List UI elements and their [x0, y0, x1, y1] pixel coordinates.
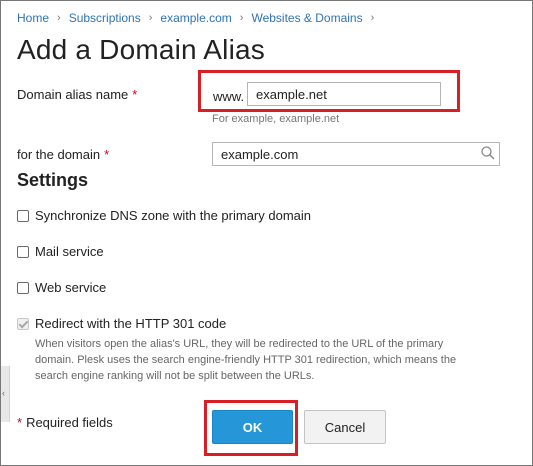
settings-heading: Settings — [17, 170, 89, 190]
domain-label: for the domain * — [17, 147, 109, 162]
cancel-button[interactable]: Cancel — [304, 410, 386, 444]
redirect-301-label: Redirect with the HTTP 301 code — [35, 316, 227, 331]
web-service-option[interactable]: Web service — [17, 280, 106, 295]
redirect-description: When visitors open the alias's URL, they… — [35, 338, 457, 382]
required-asterisk: * — [132, 87, 138, 102]
required-asterisk: * — [104, 147, 110, 162]
breadcrumb-separator: › — [57, 12, 61, 24]
alias-name-label: Domain alias name * — [17, 87, 137, 102]
breadcrumb-separator: › — [370, 12, 375, 24]
sync-dns-checkbox[interactable] — [17, 209, 29, 222]
breadcrumb-example-com[interactable]: example.com — [160, 11, 231, 25]
dialog-frame: Home › Subscriptions › example.com › Web… — [0, 0, 533, 466]
required-fields-note: * Required fields — [17, 415, 113, 430]
side-panel-tab[interactable]: ‹ — [1, 366, 10, 422]
domain-input[interactable] — [212, 142, 500, 166]
required-star: * — [17, 415, 23, 430]
ok-button[interactable]: OK — [212, 410, 293, 444]
breadcrumb-websites-domains[interactable]: Websites & Domains — [251, 11, 362, 25]
domain-select[interactable] — [212, 142, 500, 166]
breadcrumb-separator: › — [148, 12, 153, 24]
web-service-label: Web service — [35, 280, 107, 295]
redirect-301-option: Redirect with the HTTP 301 code — [17, 316, 226, 331]
web-service-checkbox[interactable] — [17, 281, 29, 294]
sync-dns-option[interactable]: Synchronize DNS zone with the primary do… — [17, 208, 311, 223]
chevron-left-icon: ‹ — [2, 388, 5, 398]
required-fields-text: Required fields — [26, 415, 113, 430]
search-icon[interactable] — [480, 145, 496, 161]
alias-name-label-text: Domain alias name — [17, 87, 129, 102]
mail-service-checkbox[interactable] — [17, 245, 29, 258]
alias-name-input[interactable] — [247, 82, 441, 106]
domain-label-text: for the domain — [17, 147, 101, 162]
redirect-301-checkbox — [17, 317, 29, 330]
breadcrumb: Home › Subscriptions › example.com › Web… — [17, 11, 382, 25]
breadcrumb-home[interactable]: Home — [17, 11, 49, 25]
mail-service-option[interactable]: Mail service — [17, 244, 104, 259]
breadcrumb-subscriptions[interactable]: Subscriptions — [69, 11, 141, 25]
www-prefix: www. — [213, 89, 245, 104]
page-title: Add a Domain Alias — [17, 34, 265, 65]
mail-service-label: Mail service — [35, 244, 104, 259]
sync-dns-label: Synchronize DNS zone with the primary do… — [35, 208, 312, 223]
alias-hint: For example, example.net — [212, 113, 340, 125]
breadcrumb-separator: › — [239, 12, 244, 24]
